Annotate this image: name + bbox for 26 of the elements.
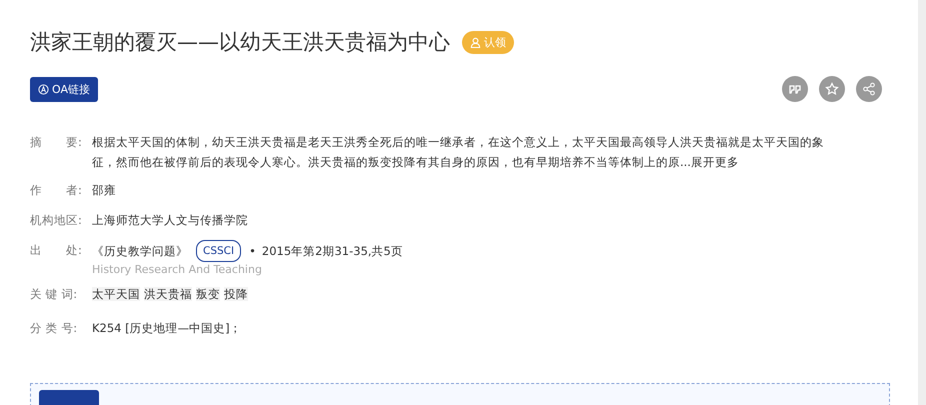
keyword-link[interactable]: 投降 [224,287,248,301]
keyword-link[interactable]: 太平天国 [92,287,140,301]
field-value: 上海师范大学人文与传播学院 [92,213,248,227]
journal-link[interactable]: 《历史教学问题》 [92,241,188,261]
field-label: 出 处: [30,242,83,259]
journal-english-title: History Research And Teaching [92,262,263,278]
field-label: 摘 要: [30,134,83,151]
field-label: 关 键 词: [30,286,78,303]
quote-icon[interactable] [782,76,808,102]
issue-text: 2015年第2期31-35,共5页 [262,243,403,260]
separator-dot: • [249,243,256,260]
oa-link-button[interactable]: OA链接 [30,76,98,102]
field-label: 机构地区: [30,212,83,229]
keyword-link[interactable]: 洪天贵福 [144,287,192,301]
field-value: 邵雍 [92,183,116,197]
person-icon [470,36,481,48]
field-label: 分 类 号: [30,320,78,337]
abstract-text: 根据太平天国的体制，幼天王洪天贵福是老天王洪秀全死后的唯一继承者，在这个意义上，太平天国最高领导人洪天贵福就是太平天国的象征，然而他在被俘前后的表现令人寒心。洪天贵福的叛变投降有其自身的原因，也有早期培养不当等体制上的原...展开更多 [92,134,825,171]
share-icon[interactable] [856,76,882,102]
index-tag: CSSCI [196,240,242,262]
keyword-link[interactable]: 叛变 [196,287,220,301]
circled-a-icon [38,84,49,94]
article-title: 洪家王朝的覆灭——以幼天王洪天贵福为中心 [30,29,450,56]
expand-link[interactable]: 展开更多 [690,155,739,169]
field-label: 作 者: [30,182,83,199]
field-value: K254 [历史地理—中国史]； [92,321,242,335]
